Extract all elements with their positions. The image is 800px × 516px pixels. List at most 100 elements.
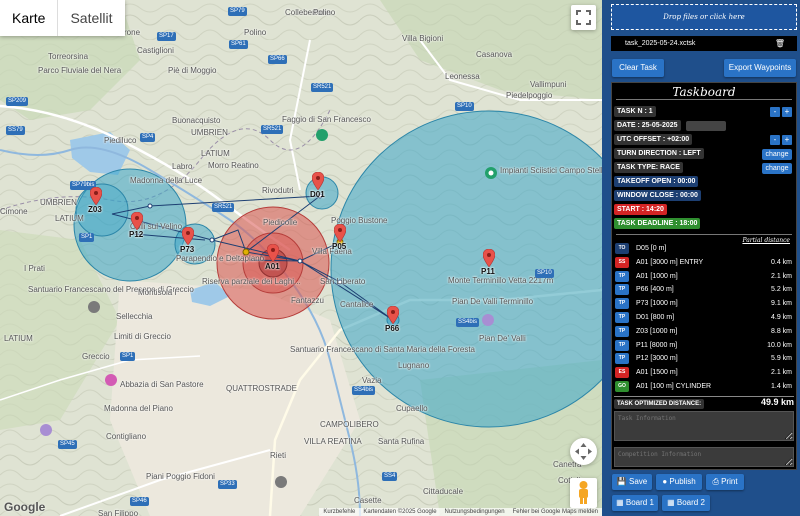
road-shield: SP46	[130, 497, 149, 506]
map-place-label: Castiglioni	[137, 46, 174, 55]
utc-offset: UTC OFFSET : +02:00	[614, 134, 693, 145]
map-type-map-button[interactable]: Karte	[0, 0, 57, 36]
map-pin-icon[interactable]	[312, 172, 324, 190]
print-label: Print	[721, 477, 738, 486]
road-shield: SS4bis	[352, 386, 376, 395]
waypoint-label: P66	[385, 324, 400, 333]
turnpoint-type-badge: GO	[615, 381, 629, 392]
turnpoint-distance: 2.1 km	[770, 369, 792, 377]
road-shield: SP61	[229, 40, 248, 49]
taskboard-divider-2	[616, 234, 792, 235]
board-2-label: Board 2	[676, 498, 705, 507]
map-place-label: Casanova	[476, 50, 513, 59]
task-type: TASK TYPE: RACE	[614, 162, 683, 173]
turnpoint-row[interactable]: TO D05 [0 m]	[614, 243, 792, 255]
map-place-label: Labro	[172, 162, 193, 171]
turnpoint-name: Z03 [1000 m]	[636, 327, 678, 335]
map-type-satellite-button[interactable]: Satellit	[57, 0, 124, 36]
task-deadline[interactable]: TASK DEADLINE : 18:00	[614, 218, 701, 229]
waypoint-label: P73	[180, 245, 195, 254]
map-pin-icon[interactable]	[483, 249, 495, 267]
map-place-label: Polino	[313, 8, 336, 17]
turnpoint-type-badge: SS	[615, 256, 629, 268]
map-pin-icon[interactable]	[387, 306, 399, 324]
map-place-label: Cimone	[0, 207, 28, 216]
board-1-button[interactable]: ▦ Board 1	[612, 495, 658, 511]
turnpoint-distance: 10.0 km	[767, 341, 792, 349]
turnpoint-row[interactable]: TP P66 [400 m] 5.2 km	[614, 284, 792, 296]
takeoff-open[interactable]: TAKEOFF OPEN : 00:00	[614, 176, 699, 187]
clear-task-button[interactable]: Clear Task	[612, 59, 664, 77]
window-close[interactable]: WINDOW CLOSE : 00:00	[614, 190, 701, 201]
map-place-label: QUATTROSTRADE	[226, 384, 297, 393]
change-task-type-button[interactable]: change	[762, 163, 792, 174]
map-pin-icon[interactable]	[182, 227, 194, 245]
map-place-label: Montisola I	[138, 288, 177, 297]
turnpoint-row[interactable]: GO A01 [100 m] CYLINDER 1.4 km	[614, 381, 792, 393]
file-drop-zone[interactable]: Drop files or click here	[611, 4, 797, 30]
print-button[interactable]: ⎙ Print	[706, 474, 744, 490]
road-shield: SP33	[218, 480, 237, 489]
road-shield: SP10	[535, 269, 554, 278]
turnpoint-distance: 5.9 km	[770, 355, 792, 363]
board-2-button[interactable]: ▦ Board 2	[662, 495, 710, 511]
export-waypoints-button[interactable]: Export Waypoints	[724, 59, 796, 77]
road-shield: SP10	[455, 102, 474, 111]
road-shield: SP4	[140, 133, 156, 142]
attribution-shortcuts[interactable]: Kurzbefehle	[323, 509, 355, 515]
task-number-minus-button[interactable]: -	[770, 107, 780, 117]
turnpoint-row[interactable]: TP P11 [8000 m] 10.0 km	[614, 339, 792, 352]
map-place-label: Rivodutri	[262, 186, 294, 195]
save-button[interactable]: 💾 Save	[612, 474, 652, 490]
map-place-label: Buonacquisto	[172, 116, 221, 125]
map-place-label: CAMPOLIBERO	[320, 420, 379, 429]
road-shield: SP79	[228, 7, 247, 16]
publish-button[interactable]: ● Publish	[656, 474, 702, 490]
street-view-button[interactable]	[570, 478, 597, 508]
turnpoint-name: D01 [800 m]	[636, 314, 675, 321]
optimized-distance-row: TASK OPTIMIZED DISTANCE: 49.9 km	[614, 396, 794, 409]
turnpoint-type-badge: ES	[615, 367, 629, 379]
map-pin-icon[interactable]	[267, 244, 279, 262]
map-place-label: Abbazia di San Pastore	[120, 380, 204, 389]
change-turn-direction-button[interactable]: change	[762, 149, 792, 160]
turnpoint-row[interactable]: TP P12 [3000 m] 5.9 km	[614, 353, 792, 365]
attribution-terms[interactable]: Nutzungsbedingungen	[445, 509, 505, 515]
turnpoint-type-badge: TO	[615, 243, 629, 254]
utc-minus-button[interactable]: -	[770, 135, 780, 145]
turnpoint-row[interactable]: TP Z03 [1000 m] 8.8 km	[614, 325, 792, 338]
task-number: TASK N : 1	[614, 106, 656, 117]
turnpoint-row[interactable]: SS A01 [3000 m] ENTRY 0.4 km	[614, 256, 792, 269]
utc-plus-button[interactable]: +	[782, 135, 792, 145]
map-place-label: Rieti	[270, 451, 287, 460]
turnpoint-type-badge: TP	[615, 325, 629, 337]
trash-icon[interactable]: 🗑	[775, 36, 785, 51]
map-place-label: UMBRIEN	[40, 198, 77, 207]
map-pin-icon[interactable]	[131, 212, 143, 230]
taskboard-divider	[616, 99, 792, 100]
map-place-label: Casette	[354, 496, 382, 505]
road-shield: SR521	[212, 203, 235, 212]
attribution-report[interactable]: Fehler bei Google Maps melden	[513, 509, 598, 515]
attribution-mapdata: Kartendaten ©2025 Google	[363, 509, 437, 515]
waypoint-label: A01	[265, 262, 280, 271]
task-number-plus-button[interactable]: +	[782, 107, 792, 117]
fullscreen-button[interactable]	[571, 5, 596, 30]
map-view[interactable]: Collebertone Polino Arrone Castiglioni Polin…	[0, 0, 602, 516]
map-pin-icon[interactable]	[90, 187, 102, 205]
camera-control-button[interactable]	[570, 438, 597, 465]
turnpoint-row[interactable]: TP A01 [1000 m] 2.1 km	[614, 270, 792, 283]
date-picker-field[interactable]	[686, 121, 726, 131]
turnpoint-distance: 2.1 km	[770, 272, 792, 280]
road-shield: SR521	[261, 125, 284, 134]
map-place-label: Morro Reatino	[208, 161, 259, 170]
map-pin-icon[interactable]	[334, 224, 346, 242]
competition-information-textarea[interactable]	[614, 447, 794, 467]
turnpoint-row[interactable]: TP D01 [800 m] 4.9 km	[614, 312, 792, 324]
map-place-label: Greccio	[82, 352, 110, 361]
turnpoint-row[interactable]: TP P73 [1000 m] 9.1 km	[614, 298, 792, 310]
map-canvas	[0, 0, 602, 516]
start-time[interactable]: START : 14:20	[614, 204, 667, 215]
task-information-textarea[interactable]	[614, 411, 794, 441]
turnpoint-row[interactable]: ES A01 [1500 m] 2.1 km	[614, 367, 792, 379]
